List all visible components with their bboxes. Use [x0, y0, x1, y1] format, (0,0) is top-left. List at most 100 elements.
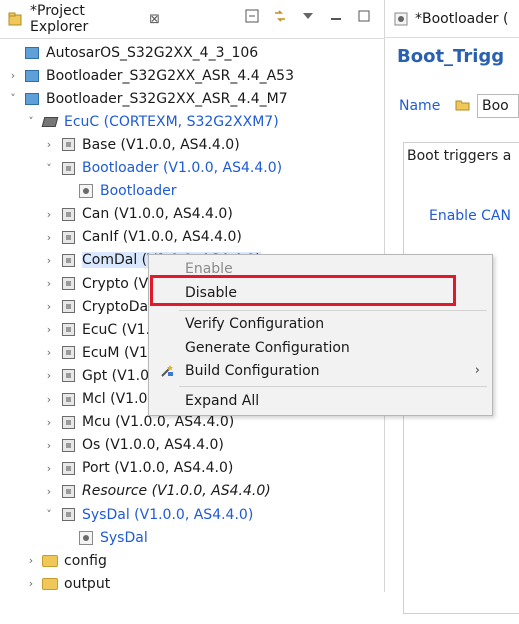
collapse-chevron-icon[interactable]: › — [44, 231, 54, 244]
tree-item[interactable]: ˅ EcuC (CORTEXM, S32G2XXM7) — [26, 110, 279, 133]
tree-item[interactable]: › Can (V1.0.0, AS4.4.0) — [44, 203, 233, 226]
collapse-chevron-icon[interactable]: › — [44, 323, 54, 336]
module-icon — [60, 299, 76, 315]
module-icon — [60, 229, 76, 245]
tree-item[interactable]: › CanIf (V1.0.0, AS4.4.0) — [44, 226, 242, 249]
module-icon — [60, 368, 76, 384]
tree-item-label: CryptoDa — [82, 298, 149, 315]
tree-item[interactable]: › Port (V1.0.0, AS4.4.0) — [44, 457, 234, 480]
tree-item[interactable]: › Bootloader_S32G2XX_ASR_4.4_A53 — [8, 64, 294, 87]
module-icon — [60, 483, 76, 499]
expand-chevron-icon[interactable]: ˅ — [44, 162, 54, 175]
module-icon — [60, 252, 76, 268]
name-field[interactable]: Boo — [477, 94, 519, 118]
collapse-chevron-icon[interactable]: › — [44, 300, 54, 313]
expand-chevron-icon[interactable]: ˅ — [8, 92, 18, 105]
tree-item[interactable]: › EcuC (V1. — [44, 318, 150, 341]
boot-triggers-title: Boot triggers a — [407, 148, 512, 164]
collapse-chevron-icon[interactable]: › — [44, 369, 54, 382]
tree-item[interactable]: ˅ SysDal (V1.0.0, AS4.4.0) — [44, 503, 253, 526]
tree-item-label: CanIf (V1.0.0, AS4.4.0) — [82, 229, 242, 246]
module-icon — [60, 414, 76, 430]
editor-tab[interactable]: *Bootloader ( — [385, 0, 519, 38]
tree-item[interactable]: › Crypto (V — [44, 272, 148, 295]
link-with-editor-icon[interactable] — [272, 8, 288, 24]
tree-item[interactable]: › config — [26, 549, 107, 572]
menu-item-build[interactable]: Build Configuration › — [149, 359, 492, 382]
tree-item-label: Bootloader_S32G2XX_ASR_4.4_M7 — [46, 90, 288, 107]
maximize-icon[interactable] — [356, 8, 372, 24]
enable-can-label[interactable]: Enable CAN — [429, 208, 511, 224]
editor-tab-title: *Bootloader ( — [415, 10, 509, 27]
menu-item-generate[interactable]: Generate Configuration — [149, 336, 492, 359]
module-icon — [60, 137, 76, 153]
project-explorer-tabbar: *Project Explorer ⊠ — [0, 0, 384, 39]
close-tab-icon[interactable]: ⊠ — [149, 12, 160, 27]
tree-item-label: SysDal (V1.0.0, AS4.4.0) — [82, 506, 254, 523]
minimize-icon[interactable] — [328, 8, 344, 24]
collapse-chevron-icon[interactable]: › — [26, 577, 36, 590]
module-icon — [60, 391, 76, 407]
tree-item-label: Mcl (V1.0 — [82, 391, 148, 407]
project-explorer-tab[interactable]: *Project Explorer ⊠ — [0, 0, 160, 38]
tree-item-label: Bootloader — [100, 183, 177, 200]
project-explorer-toolbar — [244, 8, 372, 24]
menu-item-expand-all[interactable]: Expand All — [149, 389, 492, 412]
menu-item-verify-label: Verify Configuration — [185, 315, 325, 332]
build-wand-icon — [159, 363, 175, 379]
tree-item[interactable]: › Resource (V1.0.0, AS4.4.0) — [44, 480, 271, 503]
tree-item-label: Crypto (V — [82, 275, 149, 292]
tree-item[interactable]: › Mcl (V1.0 — [44, 388, 148, 411]
expand-chevron-icon[interactable]: ˅ — [44, 508, 54, 521]
tree-item[interactable]: Bootloader — [62, 180, 177, 203]
tree-item[interactable]: › output — [26, 572, 110, 595]
menu-item-generate-label: Generate Configuration — [185, 339, 350, 356]
config-icon — [78, 183, 94, 199]
tree-item[interactable]: ˅ Bootloader_S32G2XX_ASR_4.4_M7 — [8, 87, 288, 110]
tree-item-label: config — [64, 552, 107, 569]
tree-item-label: Mcu (V1.0.0, AS4.4.0) — [82, 414, 235, 431]
tree-item-label: EcuC (CORTEXM, S32G2XXM7) — [64, 113, 279, 130]
module-icon — [60, 460, 76, 476]
expand-chevron-icon[interactable]: ˅ — [26, 115, 36, 128]
project-explorer-icon — [8, 11, 24, 27]
tree-item-label: Resource (V1.0.0, AS4.4.0) — [82, 483, 271, 500]
folder-icon — [42, 553, 58, 569]
collapse-all-icon[interactable] — [244, 8, 260, 24]
menu-separator — [179, 310, 487, 311]
tree-item[interactable]: ˅ Bootloader (V1.0.0, AS4.4.0) — [44, 157, 282, 180]
collapse-chevron-icon[interactable]: › — [44, 462, 54, 475]
tree-item[interactable]: SysDal — [62, 526, 148, 549]
config-icon — [78, 530, 94, 546]
collapse-chevron-icon[interactable]: › — [44, 277, 54, 290]
tree-item[interactable]: › EcuM (V1 — [44, 341, 148, 364]
tree-item-label: Bootloader (V1.0.0, AS4.4.0) — [82, 160, 283, 176]
menu-item-build-label: Build Configuration — [185, 362, 320, 379]
tree-item-label: output — [64, 575, 111, 592]
project-icon — [24, 45, 40, 61]
module-icon — [60, 160, 76, 176]
tree-item[interactable]: › CryptoDa — [44, 295, 148, 318]
tree-item-label: Gpt (V1.0 — [82, 367, 149, 384]
tree-item-label: EcuM (V1 — [82, 344, 148, 361]
disable-highlight-box — [150, 275, 456, 306]
collapse-chevron-icon[interactable]: › — [44, 208, 54, 221]
collapse-chevron-icon[interactable]: › — [44, 485, 54, 498]
collapse-chevron-icon[interactable]: › — [44, 138, 54, 151]
collapse-chevron-icon[interactable]: › — [8, 69, 18, 82]
view-menu-icon[interactable] — [300, 8, 316, 24]
tree-item[interactable]: › Gpt (V1.0 — [44, 364, 149, 387]
tree-item[interactable]: › Os (V1.0.0, AS4.4.0) — [44, 434, 224, 457]
collapse-chevron-icon[interactable]: › — [44, 439, 54, 452]
module-icon — [60, 276, 76, 292]
menu-item-verify[interactable]: Verify Configuration — [149, 312, 492, 335]
folder-open-icon — [455, 98, 471, 116]
menu-item-expand-all-label: Expand All — [185, 392, 260, 409]
collapse-chevron-icon[interactable]: › — [44, 416, 54, 429]
collapse-chevron-icon[interactable]: › — [44, 393, 54, 406]
collapse-chevron-icon[interactable]: › — [44, 254, 54, 267]
tree-item[interactable]: › Base (V1.0.0, AS4.4.0) — [44, 133, 240, 156]
collapse-chevron-icon[interactable]: › — [44, 346, 54, 359]
collapse-chevron-icon[interactable]: › — [26, 554, 36, 567]
tree-item[interactable]: AutosarOS_S32G2XX_4_3_106 — [8, 41, 258, 64]
